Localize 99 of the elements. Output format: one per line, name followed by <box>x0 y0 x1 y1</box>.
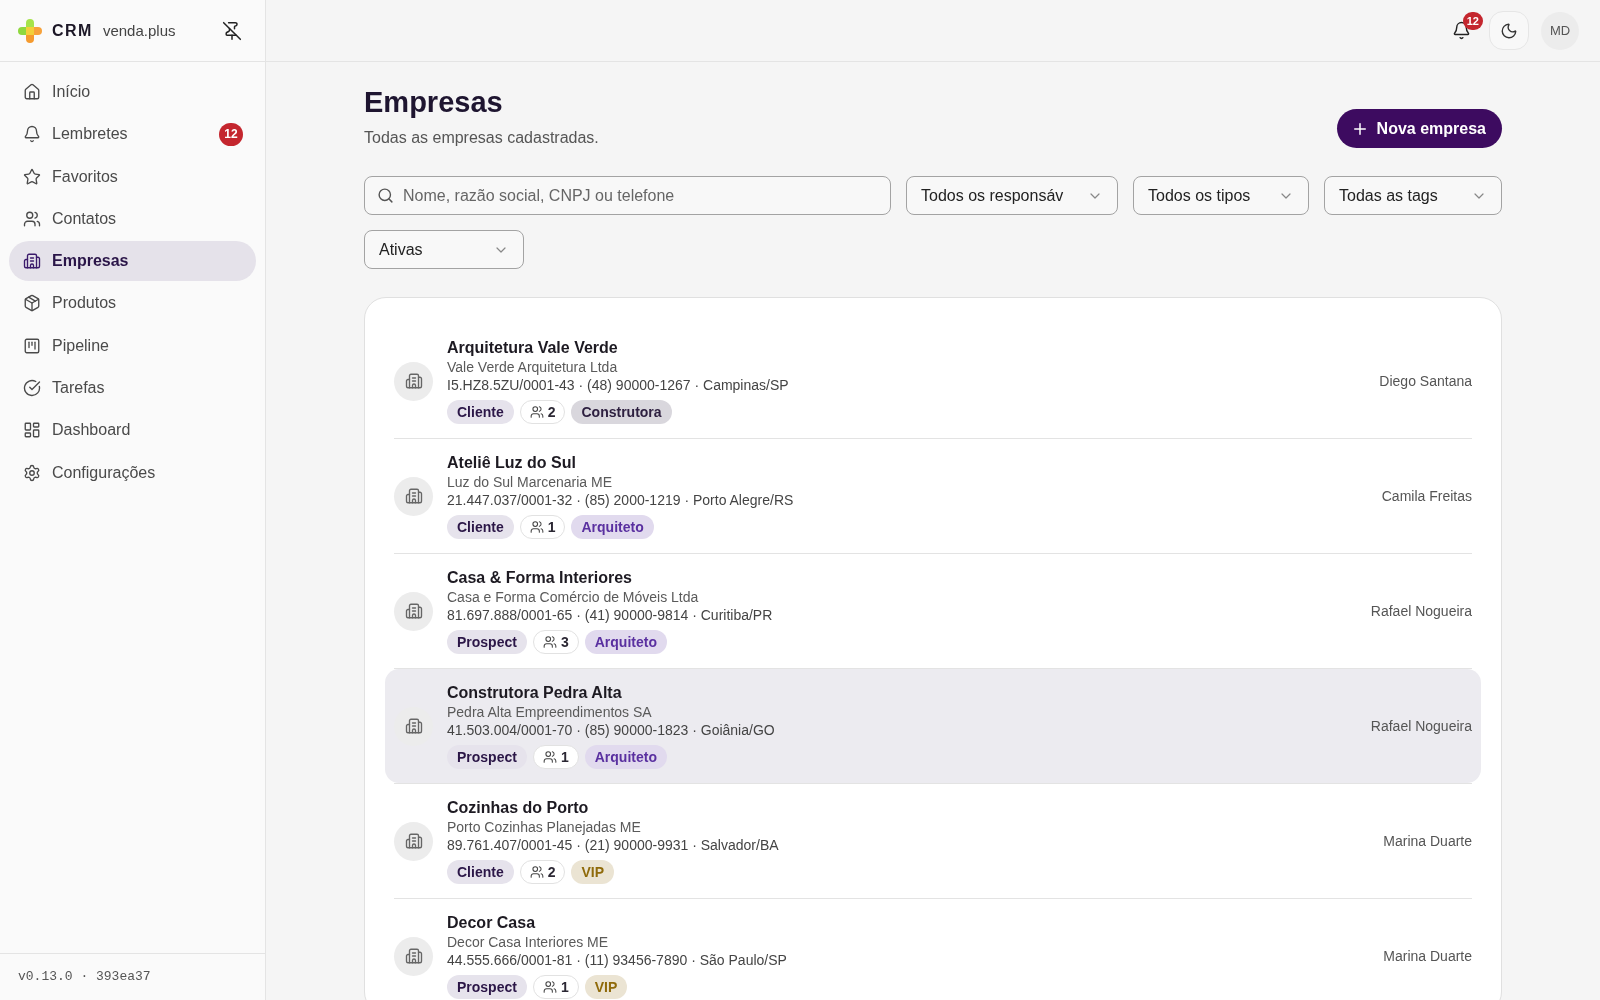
company-details: 21.447.037/0001-32 · (85) 2000-1219 · Porto Alegre/RS <box>447 491 795 509</box>
notification-badge: 12 <box>1462 11 1483 30</box>
company-row[interactable]: Arquitetura Vale Verde Vale Verde Arquitetura Ltda I5.HZ8.5ZU/0001-43 · (48) 90000-1267 · Campinas/SP Cliente 2 Construtora Diego Santana <box>385 324 1481 438</box>
company-row[interactable]: Decor Casa Decor Casa Interiores ME 44.555.666/0001-81 · (11) 93456-7890 · São Paulo/SP Prospect 1 VIP Marina Duarte <box>385 899 1481 1000</box>
company-details: 41.503.004/0001-70 · (85) 90000-1823 · Goiânia/GO <box>447 721 776 739</box>
type-tag: Cliente <box>447 860 514 884</box>
users-icon <box>542 635 557 649</box>
dashboard-icon <box>23 421 41 440</box>
contact-count: 1 <box>547 519 556 535</box>
nav-item[interactable]: Lembretes 12 <box>9 114 256 155</box>
star-icon <box>23 167 41 186</box>
company-details: I5.HZ8.5ZU/0001-43 · (48) 90000-1267 · Campinas/SP <box>447 376 790 394</box>
pin-off-icon <box>222 20 242 41</box>
new-company-button[interactable]: Nova empresa <box>1336 109 1502 148</box>
company-tag: VIP <box>571 860 615 884</box>
contact-count: 1 <box>560 979 569 995</box>
company-name: Arquitetura Vale Verde <box>447 338 619 358</box>
company-tag: Arquiteto <box>571 515 654 539</box>
nav-item[interactable]: Empresas <box>9 241 256 282</box>
contact-count: 2 <box>547 864 556 880</box>
building-icon <box>23 252 41 271</box>
company-details: 44.555.666/0001-81 · (11) 93456-7890 · São Paulo/SP <box>447 951 788 969</box>
nav-item[interactable]: Favoritos <box>9 156 256 197</box>
filter-dropdown[interactable]: Todos os tipos <box>1133 176 1309 215</box>
users-icon <box>529 520 544 534</box>
company-name: Casa & Forma Interiores <box>447 568 633 588</box>
contact-count: 3 <box>560 634 569 650</box>
type-tag: Cliente <box>447 515 514 539</box>
owner-name: Rafael Nogueira <box>1370 718 1472 734</box>
company-name: Decor Casa <box>447 913 537 933</box>
company-name: Cozinhas do Porto <box>447 798 590 818</box>
company-row[interactable]: Cozinhas do Porto Porto Cozinhas Planejadas ME 89.761.407/0001-45 · (21) 90000-9931 · Salvador/BA Cliente 2 VIP Marina Duarte <box>385 784 1481 898</box>
company-tag: Arquiteto <box>584 630 667 654</box>
type-tag: Prospect <box>447 975 527 999</box>
box-icon <box>23 294 41 313</box>
building-icon <box>394 476 433 516</box>
nav-item[interactable]: Contatos <box>9 198 256 239</box>
nav-item[interactable]: Dashboard <box>9 410 256 451</box>
nav-item[interactable]: Configurações <box>9 452 256 493</box>
page-title: Empresas <box>364 86 504 118</box>
filter-dropdown[interactable]: Todas as tags <box>1324 176 1502 215</box>
users-icon <box>529 405 544 419</box>
page-subtitle: Todas as empresas cadastradas. <box>364 128 599 148</box>
owner-name: Diego Santana <box>1379 373 1472 389</box>
company-tag: Construtora <box>571 400 672 424</box>
company-tag: VIP <box>584 975 628 999</box>
owner-name: Camila Freitas <box>1381 488 1472 504</box>
nav-item[interactable]: Pipeline <box>9 325 256 366</box>
type-tag: Prospect <box>447 630 527 654</box>
building-icon <box>394 936 433 976</box>
users-icon <box>542 980 557 994</box>
legal-name: Decor Casa Interiores ME <box>447 933 610 951</box>
home-icon <box>23 83 41 101</box>
user-avatar[interactable]: MD <box>1541 11 1579 50</box>
company-name: Construtora Pedra Alta <box>447 683 623 703</box>
company-details: 81.697.888/0001-65 · (41) 90000-9814 · Curitiba/PR <box>447 606 774 624</box>
legal-name: Porto Cozinhas Planejadas ME <box>447 818 642 836</box>
contact-count: 2 <box>547 404 556 420</box>
legal-name: Vale Verde Arquitetura Ltda <box>447 358 619 376</box>
company-row[interactable]: Ateliê Luz do Sul Luz do Sul Marcenaria ME 21.447.037/0001-32 · (85) 2000-1219 · Porto Alegre/RS Cliente 1 Arquiteto Camila Freitas <box>385 439 1481 553</box>
building-icon <box>394 706 433 746</box>
users-icon <box>529 865 544 879</box>
users-icon <box>542 750 557 764</box>
nav-item[interactable]: Início <box>9 72 256 112</box>
filter-dropdown[interactable]: Ativas <box>364 230 524 269</box>
company-row[interactable]: Casa & Forma Interiores Casa e Forma Comércio de Móveis Ltda 81.697.888/0001-65 · (41) 90000-9814 · Curitiba/PR Prospect 3 Arquiteto Rafael Nogueira <box>385 554 1481 668</box>
search-field[interactable]: Nome, razão social, CNPJ ou telefone <box>364 176 891 215</box>
brand-domain: venda.plus <box>102 22 176 39</box>
moon-icon <box>1500 21 1518 40</box>
kanban-icon <box>23 336 41 355</box>
owner-name: Rafael Nogueira <box>1370 603 1472 619</box>
nav-item[interactable]: Produtos <box>9 283 256 324</box>
check-circle-icon <box>23 379 41 398</box>
count-badge: 12 <box>219 122 243 146</box>
owner-name: Marina Duarte <box>1383 833 1472 849</box>
bell-icon <box>23 125 41 144</box>
type-tag: Cliente <box>447 400 514 424</box>
legal-name: Pedra Alta Empreendimentos SA <box>447 703 653 721</box>
company-name: Ateliê Luz do Sul <box>447 453 577 473</box>
legal-name: Casa e Forma Comércio de Móveis Ltda <box>447 588 700 606</box>
filter-dropdown[interactable]: Todos os responsáv <box>906 176 1118 215</box>
company-row[interactable]: Construtora Pedra Alta Pedra Alta Empreendimentos SA 41.503.004/0001-70 · (85) 90000-1823 · Goiânia/GO Prospect 1 Arquiteto Rafael Nogueira <box>385 669 1481 783</box>
nav-item[interactable]: Tarefas <box>9 368 256 409</box>
company-tag: Arquiteto <box>584 745 667 769</box>
building-icon <box>394 591 433 631</box>
search-icon <box>377 187 394 204</box>
version-text: v0.13.0 · 393ea37 <box>0 953 265 1000</box>
building-icon <box>394 361 433 401</box>
brand-name: CRM <box>52 21 93 40</box>
company-details: 89.761.407/0001-45 · (21) 90000-9931 · Salvador/BA <box>447 836 780 854</box>
settings-icon <box>23 463 41 482</box>
legal-name: Luz do Sul Marcenaria ME <box>447 473 613 491</box>
building-icon <box>394 821 433 861</box>
logo-icon <box>18 18 42 43</box>
theme-toggle-button[interactable] <box>1489 11 1529 50</box>
type-tag: Prospect <box>447 745 527 769</box>
users-icon <box>23 209 41 228</box>
owner-name: Marina Duarte <box>1383 948 1472 964</box>
contact-count: 1 <box>560 749 569 765</box>
